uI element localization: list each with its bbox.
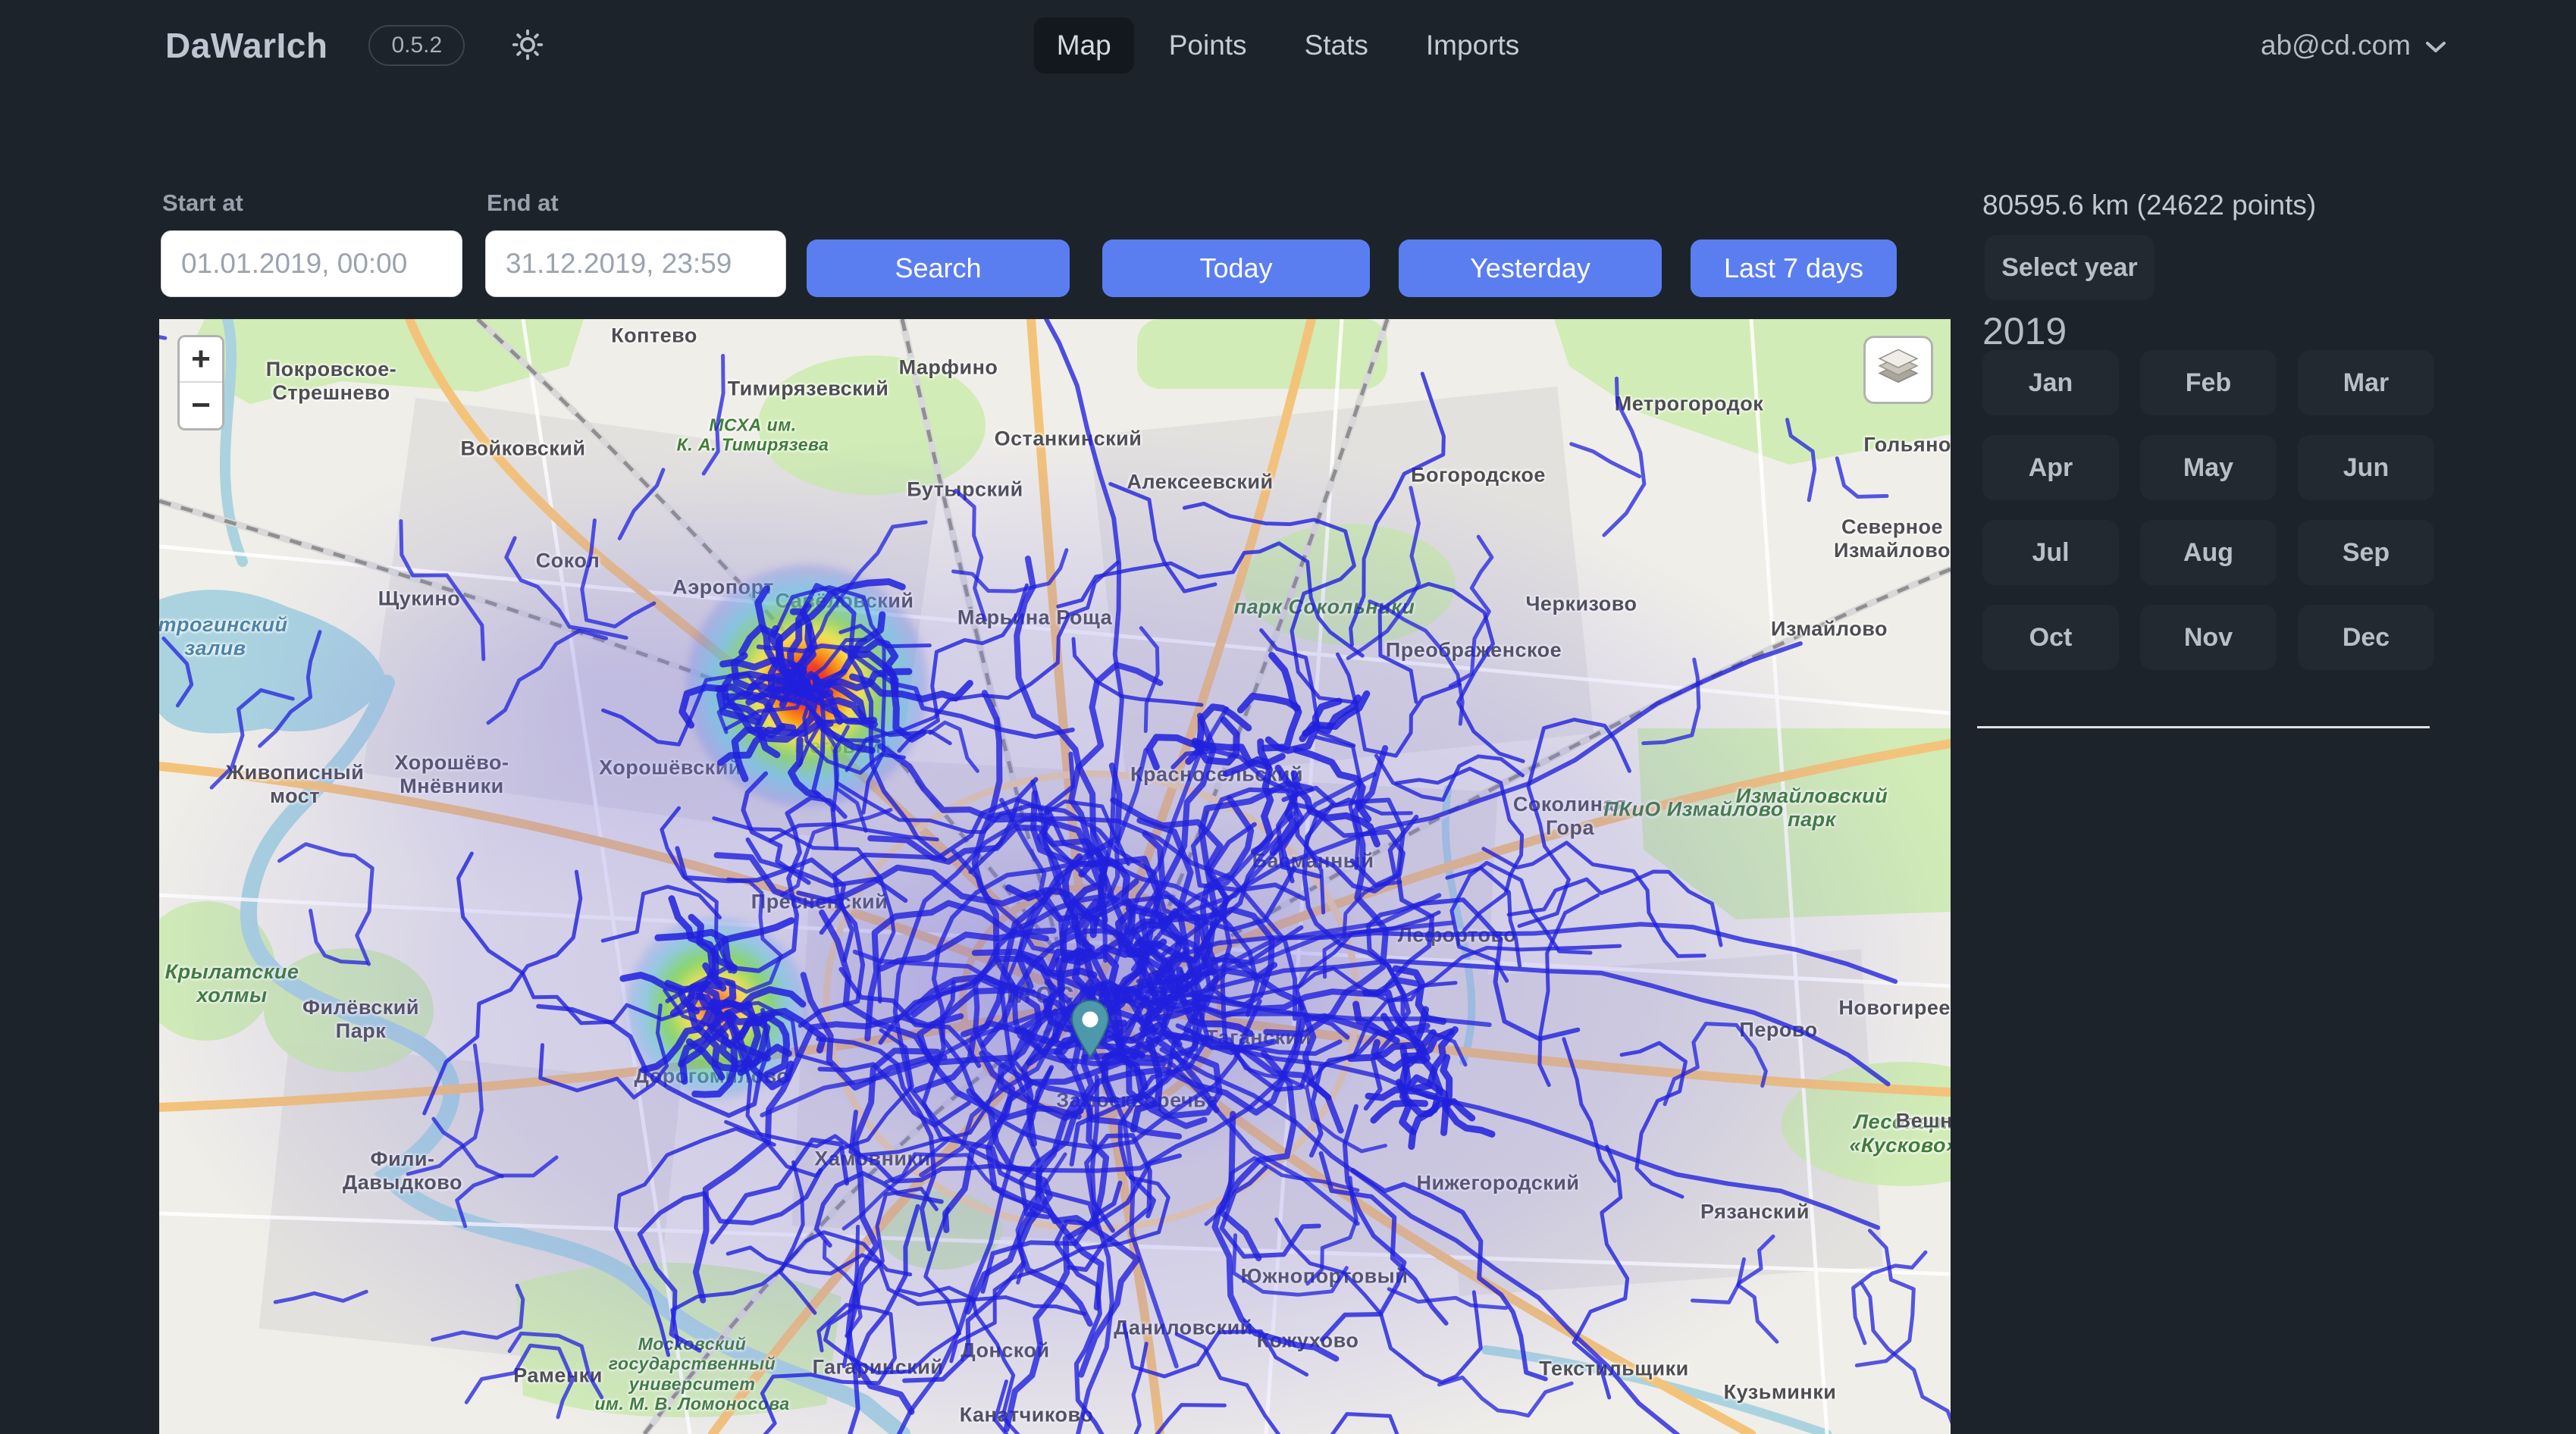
- months-grid: Jan Feb Mar Apr May Jun Jul Aug Sep Oct Nov Dec: [1982, 350, 2434, 670]
- map-container[interactable]: КоптевоПокровское- СтрешневоТимирязевски…: [159, 319, 1951, 1434]
- theme-toggle-button[interactable]: [506, 27, 550, 65]
- select-year-button[interactable]: Select year: [1985, 235, 2155, 300]
- tab-stats[interactable]: Stats: [1282, 17, 1391, 74]
- navbar-left-group: DaWarIch 0.5.2: [165, 0, 550, 91]
- distance-points-summary: 80595.6 km (24622 points): [1982, 189, 2316, 221]
- zoom-out-button[interactable]: −: [180, 383, 222, 428]
- month-button-dec[interactable]: Dec: [2298, 605, 2434, 670]
- tab-points[interactable]: Points: [1146, 17, 1270, 74]
- account-email: ab@cd.com: [2261, 30, 2411, 61]
- month-button-mar[interactable]: Mar: [2298, 350, 2434, 415]
- sidebar-divider: [1977, 726, 2430, 728]
- end-at-input[interactable]: [485, 230, 786, 297]
- end-at-label: End at: [487, 189, 559, 217]
- layers-icon: [1876, 346, 1920, 394]
- today-button[interactable]: Today: [1102, 240, 1370, 297]
- tab-map[interactable]: Map: [1034, 17, 1134, 74]
- start-at-input[interactable]: [161, 230, 462, 297]
- month-button-oct[interactable]: Oct: [1982, 605, 2119, 670]
- layers-control[interactable]: [1863, 336, 1933, 404]
- account-menu[interactable]: ab@cd.com: [2261, 30, 2447, 61]
- version-badge: 0.5.2: [368, 25, 465, 66]
- app-logo[interactable]: DaWarIch: [165, 25, 327, 66]
- tab-imports[interactable]: Imports: [1403, 17, 1542, 74]
- month-button-may[interactable]: May: [2140, 435, 2277, 500]
- month-button-apr[interactable]: Apr: [1982, 435, 2119, 500]
- month-button-sep[interactable]: Sep: [2298, 520, 2434, 585]
- year-heading: 2019: [1982, 309, 2067, 353]
- map-zoom-control: + −: [177, 335, 224, 431]
- main-nav-tabs: Map Points Stats Imports: [1034, 17, 1543, 74]
- month-button-nov[interactable]: Nov: [2140, 605, 2277, 670]
- month-button-jul[interactable]: Jul: [1982, 520, 2119, 585]
- month-button-jun[interactable]: Jun: [2298, 435, 2434, 500]
- sun-icon: [510, 27, 545, 64]
- zoom-in-button[interactable]: +: [180, 337, 222, 383]
- last-7-days-button[interactable]: Last 7 days: [1691, 240, 1897, 297]
- location-marker[interactable]: [1070, 1000, 1110, 1063]
- month-button-jan[interactable]: Jan: [1982, 350, 2119, 415]
- yesterday-button[interactable]: Yesterday: [1399, 240, 1662, 297]
- chevron-down-icon: [2424, 30, 2447, 61]
- navbar: DaWarIch 0.5.2 Map Points Stats Imports …: [0, 0, 2576, 91]
- search-button[interactable]: Search: [807, 240, 1070, 297]
- month-button-feb[interactable]: Feb: [2140, 350, 2277, 415]
- gps-traces-layer: [159, 319, 1951, 1434]
- month-button-aug[interactable]: Aug: [2140, 520, 2277, 585]
- start-at-label: Start at: [162, 189, 243, 217]
